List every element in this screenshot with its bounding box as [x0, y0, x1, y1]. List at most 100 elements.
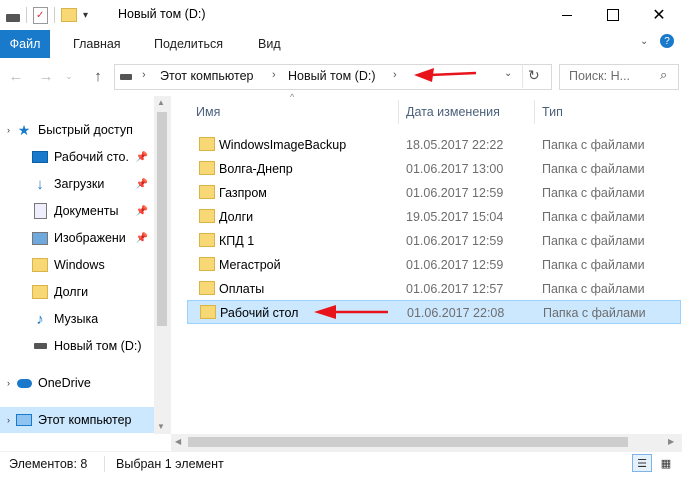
- tab-share[interactable]: Поделиться: [154, 37, 223, 51]
- file-type: Папка с файлами: [542, 210, 645, 224]
- annotation-arrow: [314, 305, 388, 319]
- window-title: Новый том (D:): [118, 7, 206, 21]
- help-icon[interactable]: ?: [660, 34, 674, 48]
- expand-ribbon-chevron-icon[interactable]: ⌄: [640, 36, 648, 47]
- folder-icon: [32, 257, 48, 273]
- sidebar-item-label: Новый том (D:): [54, 339, 142, 353]
- breadcrumb-separator-icon[interactable]: ›: [272, 69, 276, 81]
- sidebar-item-label: Музыка: [54, 312, 99, 326]
- file-name: Газпром: [219, 186, 267, 200]
- quick-access-toolbar: ✓ ▾: [6, 6, 88, 24]
- file-name: Оплаты: [219, 282, 265, 296]
- file-type: Папка с файлами: [542, 234, 645, 248]
- desktop-icon: [32, 149, 48, 165]
- file-type: Папка с файлами: [542, 138, 645, 152]
- file-type: Папка с файлами: [542, 186, 645, 200]
- expand-chevron-icon[interactable]: ›: [0, 415, 10, 425]
- sidebar-scrollbar-thumb[interactable]: [157, 112, 167, 326]
- chevron-down-icon: ⌄: [65, 70, 73, 81]
- file-row-selected[interactable]: Рабочий стол 01.06.2017 22:08 Папка с фа…: [187, 300, 681, 324]
- image-icon: [32, 230, 48, 246]
- customize-toolbar-chevron-icon[interactable]: ▾: [83, 10, 88, 21]
- expand-chevron-icon[interactable]: ›: [0, 125, 10, 135]
- folder-icon: [199, 281, 215, 295]
- maximize-icon: [607, 9, 619, 21]
- file-type: Папка с файлами: [542, 282, 645, 296]
- horizontal-scrollbar-thumb[interactable]: [188, 437, 628, 447]
- sidebar-item-this-pc[interactable]: › Этот компьютер: [0, 407, 154, 433]
- sidebar-item-music[interactable]: ♪ Музыка: [0, 306, 154, 332]
- breadcrumb-separator-icon[interactable]: ›: [142, 69, 146, 81]
- column-separator[interactable]: [534, 100, 535, 124]
- sidebar-item-drive-d[interactable]: Новый том (D:): [0, 333, 154, 359]
- drive-icon[interactable]: [6, 14, 20, 22]
- breadcrumb-drive-d[interactable]: Новый том (D:): [288, 69, 376, 83]
- sidebar-item-quick-access[interactable]: › ★ Быстрый доступ: [0, 117, 154, 143]
- sidebar-item-pictures[interactable]: Изображени 📌: [0, 225, 154, 251]
- details-view-button[interactable]: ☰: [632, 454, 652, 472]
- file-date: 18.05.2017 22:22: [406, 138, 504, 152]
- file-name: КПД 1: [219, 234, 255, 248]
- music-icon: ♪: [36, 310, 44, 328]
- new-folder-icon[interactable]: [61, 8, 77, 22]
- file-type: Папка с файлами: [542, 162, 645, 176]
- forward-button[interactable]: →: [36, 66, 56, 86]
- sidebar-item-onedrive[interactable]: › OneDrive: [0, 370, 154, 396]
- file-date: 01.06.2017 12:59: [406, 186, 504, 200]
- file-row[interactable]: Долги 19.05.2017 15:04 Папка с файлами: [187, 205, 681, 229]
- expand-chevron-icon[interactable]: ›: [0, 378, 10, 388]
- folder-icon: [199, 161, 215, 175]
- divider: [54, 7, 55, 23]
- sidebar-item-windows[interactable]: Windows: [0, 252, 154, 278]
- details-view-icon: ☰: [637, 457, 647, 470]
- tab-view[interactable]: Вид: [258, 37, 281, 51]
- recent-locations-button[interactable]: ⌄: [62, 66, 76, 86]
- address-dropdown-chevron-icon[interactable]: ⌄: [504, 68, 512, 79]
- column-separator[interactable]: [398, 100, 399, 124]
- sidebar-item-documents[interactable]: Документы 📌: [0, 198, 154, 224]
- tab-home[interactable]: Главная: [73, 37, 121, 51]
- properties-icon[interactable]: ✓: [33, 6, 48, 24]
- file-row[interactable]: КПД 1 01.06.2017 12:59 Папка с файлами: [187, 229, 681, 253]
- close-button[interactable]: ✕: [636, 0, 682, 30]
- breadcrumb-this-pc[interactable]: Этот компьютер: [160, 69, 253, 83]
- maximize-button[interactable]: [590, 0, 636, 30]
- file-row[interactable]: WindowsImageBackup 18.05.2017 22:22 Папк…: [187, 133, 681, 157]
- file-row[interactable]: Газпром 01.06.2017 12:59 Папка с файлами: [187, 181, 681, 205]
- folder-icon: [199, 185, 215, 199]
- column-header-name[interactable]: Имя: [196, 100, 220, 124]
- file-type: Папка с файлами: [543, 306, 646, 320]
- tab-file[interactable]: Файл: [0, 30, 50, 58]
- computer-icon: [16, 412, 32, 428]
- sidebar-item-desktop[interactable]: Рабочий сто. 📌: [0, 144, 154, 170]
- scroll-left-icon[interactable]: ◀: [175, 437, 181, 446]
- arrow-up-icon: ↑: [94, 67, 102, 85]
- file-date: 19.05.2017 15:04: [406, 210, 504, 224]
- arrow-right-icon: →: [38, 67, 54, 85]
- item-count: Элементов: 8: [9, 457, 88, 471]
- sidebar-item-downloads[interactable]: ↓ Загрузки 📌: [0, 171, 154, 197]
- file-row[interactable]: Волга-Днепр 01.06.2017 13:00 Папка с фай…: [187, 157, 681, 181]
- pin-icon: 📌: [135, 205, 148, 217]
- search-icon[interactable]: ⌕: [660, 67, 667, 83]
- scroll-down-icon[interactable]: ▼: [157, 422, 165, 431]
- large-icons-view-icon: ▦: [660, 457, 672, 470]
- folder-icon: [199, 257, 215, 271]
- sidebar-item-debts[interactable]: Долги: [0, 279, 154, 305]
- up-button[interactable]: ↑: [88, 66, 108, 86]
- refresh-icon[interactable]: ↻: [528, 67, 540, 84]
- file-row[interactable]: Мегастрой 01.06.2017 12:59 Папка с файла…: [187, 253, 681, 277]
- column-header-date[interactable]: Дата изменения: [406, 100, 500, 124]
- back-button[interactable]: ←: [6, 66, 26, 86]
- folder-icon: [199, 233, 215, 247]
- close-icon: ✕: [652, 7, 666, 24]
- large-icons-view-button[interactable]: ▦: [656, 454, 676, 472]
- file-date: 01.06.2017 12:57: [406, 282, 504, 296]
- minimize-button[interactable]: [544, 0, 590, 30]
- scroll-up-icon[interactable]: ▲: [157, 98, 165, 107]
- file-row[interactable]: Оплаты 01.06.2017 12:57 Папка с файлами: [187, 277, 681, 301]
- column-header-type[interactable]: Тип: [542, 100, 563, 124]
- breadcrumb-separator-icon[interactable]: ›: [393, 69, 397, 81]
- star-icon: ★: [17, 121, 31, 138]
- scroll-right-icon[interactable]: ▶: [668, 437, 674, 446]
